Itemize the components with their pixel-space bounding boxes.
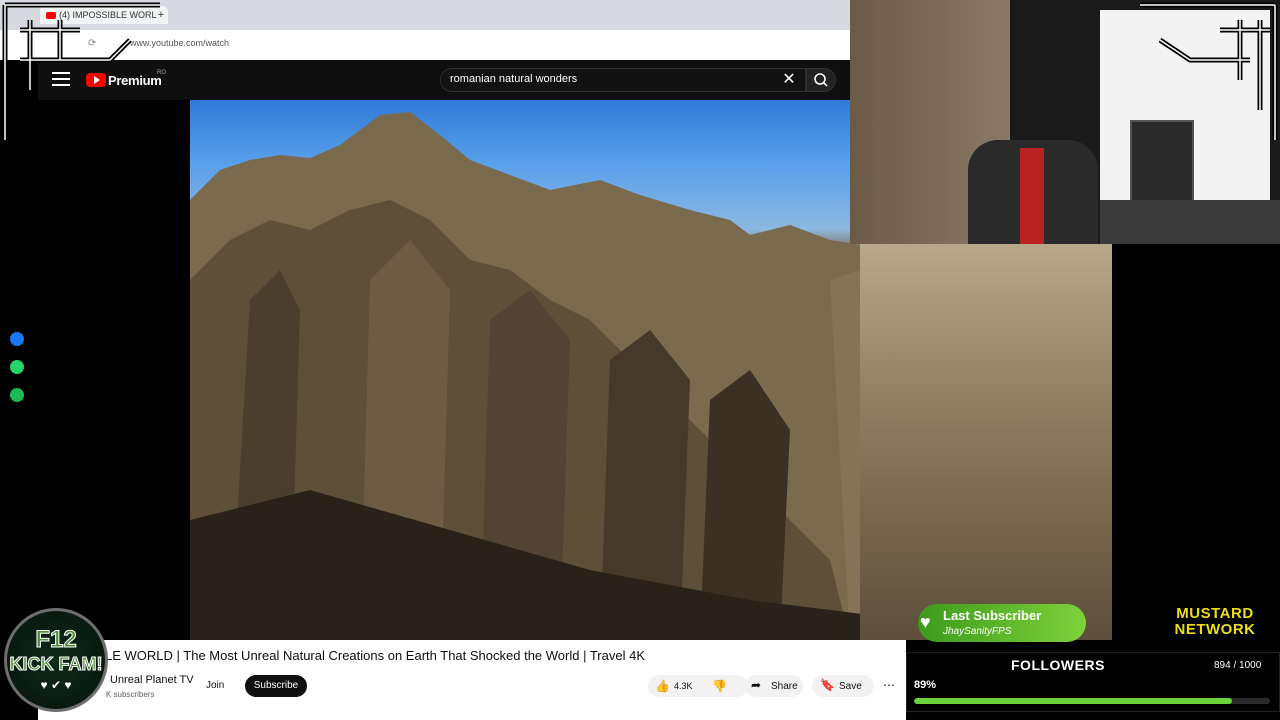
subscriber-count: K subscribers (106, 690, 155, 699)
heart-icon: ♥ (920, 612, 931, 632)
share-icon: ➦ (751, 678, 762, 692)
search-button[interactable] (806, 68, 836, 92)
video-letterbox (0, 100, 190, 640)
video-title: LE WORLD | The Most Unreal Natural Creat… (105, 648, 645, 663)
last-subscriber-title: Last Subscriber (943, 608, 1042, 623)
channel-name[interactable]: Unreal Planet TV (110, 674, 194, 686)
like-count[interactable]: 4.3K (674, 681, 693, 691)
spotify-icon[interactable] (10, 388, 24, 402)
search-icon (814, 73, 828, 87)
badge-line-1: F12 (35, 626, 77, 654)
save-label[interactable]: Save (839, 681, 862, 692)
close-icon[interactable]: ✕ (780, 70, 798, 90)
video-right-cliffs (860, 240, 1112, 640)
last-subscriber-name: JhaySanityFPS (943, 626, 1012, 637)
badge-line-2: KICK FAM! (9, 654, 103, 675)
mustard-logo-line-1: MUSTARD (1176, 605, 1254, 622)
thumbs-up-icon[interactable]: 👍 (655, 679, 670, 693)
thumbs-down-icon[interactable]: 👎 (712, 679, 727, 693)
side-app-icons (10, 332, 28, 416)
frame-decoration-top-left (2, 2, 160, 140)
followers-progress-track (914, 698, 1270, 704)
mustard-network-logo: MUSTARD NETWORK (1156, 606, 1274, 638)
subscribe-button[interactable]: Subscribe (245, 675, 307, 697)
bookmark-icon: 🔖 (820, 678, 835, 692)
search-query-text[interactable]: romanian natural wonders (450, 73, 577, 85)
followers-count: 894 / 1000 (1214, 660, 1262, 671)
more-options-icon[interactable]: ⋯ (883, 678, 895, 692)
messenger-icon[interactable] (10, 332, 24, 346)
share-label[interactable]: Share (771, 681, 798, 692)
mustard-logo-line-2: NETWORK (1174, 621, 1256, 638)
whatsapp-icon[interactable] (10, 360, 24, 374)
followers-progress-fill (914, 698, 1233, 704)
followers-label: FOLLOWERS (1011, 657, 1105, 673)
badge-hearts: ♥ ✔ ♥ (40, 678, 72, 692)
frame-decoration-top-right (1140, 2, 1278, 140)
followers-percent: 89% (914, 679, 937, 691)
join-button[interactable]: Join (206, 675, 232, 697)
